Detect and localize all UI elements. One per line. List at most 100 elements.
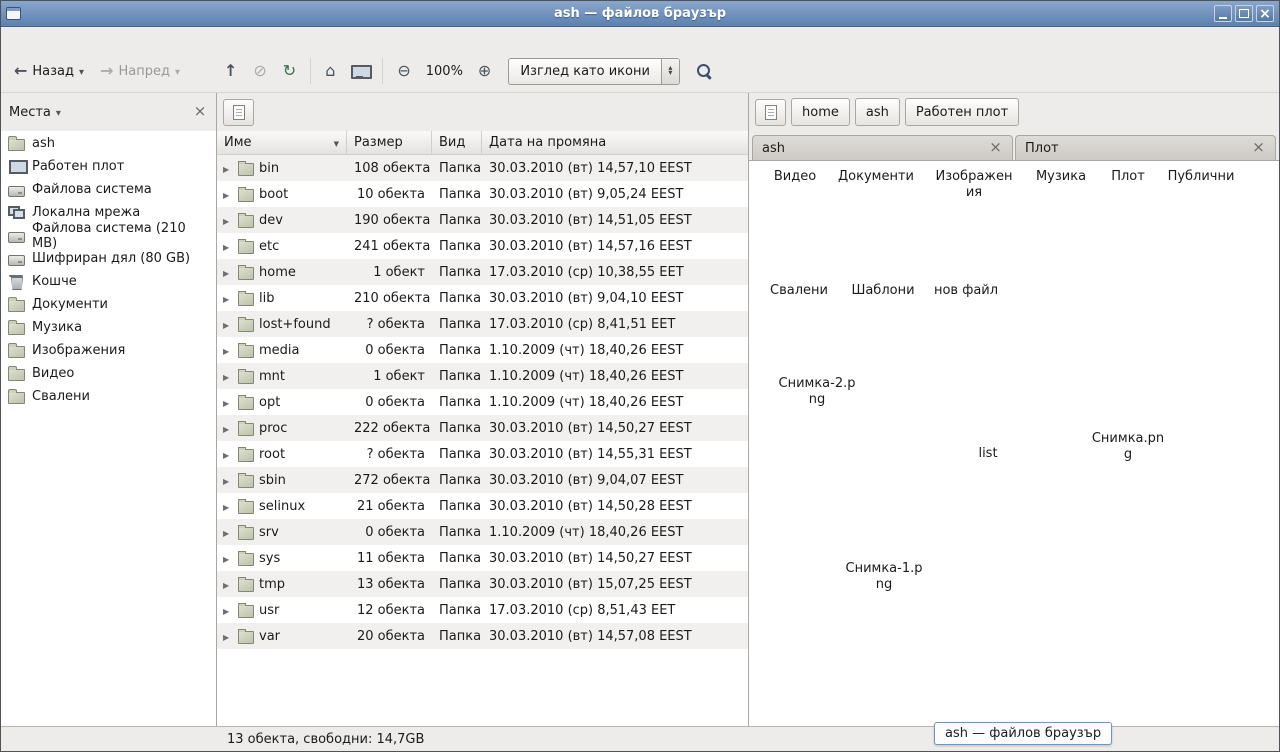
- list-pane-location-button[interactable]: [223, 99, 254, 126]
- close-button[interactable]: [1256, 5, 1274, 22]
- column-header-type[interactable]: Вид: [432, 131, 482, 154]
- menu-item[interactable]: [65, 36, 85, 42]
- expander-icon[interactable]: [223, 551, 233, 566]
- table-row[interactable]: boot 10 обекта Папка 30.03.2010 (вт) 9,0…: [217, 181, 748, 207]
- sidebar-item[interactable]: ash: [1, 132, 216, 155]
- table-row[interactable]: srv 0 обекта Папка 1.10.2009 (чт) 18,40,…: [217, 519, 748, 545]
- minimize-button[interactable]: [1214, 5, 1232, 22]
- expander-icon[interactable]: [223, 265, 233, 280]
- maximize-button[interactable]: [1235, 5, 1253, 22]
- sidebar-item[interactable]: Файлова система: [1, 178, 216, 201]
- expander-icon[interactable]: [223, 161, 233, 176]
- table-row[interactable]: root ? обекта Папка 30.03.2010 (вт) 14,5…: [217, 441, 748, 467]
- sidebar-item[interactable]: Видео: [1, 362, 216, 385]
- breadcrumb-label: ash: [866, 105, 889, 120]
- expander-icon[interactable]: [223, 421, 233, 436]
- home-button[interactable]: [318, 57, 342, 85]
- icon-item[interactable]: list: [943, 446, 1033, 462]
- expander-icon[interactable]: [223, 213, 233, 228]
- table-row[interactable]: mnt 1 обект Папка 1.10.2009 (чт) 18,40,2…: [217, 363, 748, 389]
- icon-item[interactable]: Снимка-1.png: [839, 561, 929, 592]
- sidebar-item[interactable]: Свалени: [1, 385, 216, 408]
- tab[interactable]: ash: [752, 135, 1013, 160]
- zoom-in-button[interactable]: [471, 57, 498, 85]
- menu-item[interactable]: [45, 36, 65, 42]
- pathbar-toggle-button[interactable]: [755, 99, 786, 126]
- menu-item[interactable]: [105, 36, 125, 42]
- menu-item[interactable]: [25, 36, 45, 42]
- tab-close-icon[interactable]: [1251, 140, 1266, 156]
- breadcrumb-button[interactable]: home: [791, 98, 850, 126]
- table-row[interactable]: media 0 обекта Папка 1.10.2009 (чт) 18,4…: [217, 337, 748, 363]
- table-row[interactable]: sys 11 обекта Папка 30.03.2010 (вт) 14,5…: [217, 545, 748, 571]
- forward-button[interactable]: Напред: [93, 57, 187, 85]
- table-row[interactable]: bin 108 обекта Папка 30.03.2010 (вт) 14,…: [217, 155, 748, 181]
- search-button[interactable]: [690, 58, 719, 85]
- tab-close-icon[interactable]: [988, 140, 1003, 156]
- zoom-out-button[interactable]: [390, 57, 417, 85]
- tab[interactable]: Плот: [1015, 135, 1276, 160]
- expander-icon[interactable]: [223, 629, 233, 644]
- reload-button[interactable]: [276, 57, 303, 85]
- icon-item[interactable]: GUADEC Снимка-2.png: [772, 376, 862, 407]
- sidebar-item[interactable]: Шифриран дял (80 GB): [1, 247, 216, 270]
- sidebar-item[interactable]: Файлова система (210 MB): [1, 224, 216, 247]
- icon-item[interactable]: нов файл: [921, 283, 1011, 299]
- file-name: selinux: [259, 499, 305, 514]
- column-header-name[interactable]: Име: [217, 131, 347, 154]
- expander-icon[interactable]: [223, 317, 233, 332]
- expander-icon[interactable]: [223, 525, 233, 540]
- expander-icon[interactable]: [223, 239, 233, 254]
- sidebar-item[interactable]: Работен плот: [1, 155, 216, 178]
- expander-icon[interactable]: [223, 499, 233, 514]
- sidebar-close-icon[interactable]: [192, 104, 208, 120]
- column-header-date[interactable]: Дата на промяна: [482, 131, 748, 154]
- table-row[interactable]: lib 210 обекта Папка 30.03.2010 (вт) 9,0…: [217, 285, 748, 311]
- expander-icon[interactable]: [223, 447, 233, 462]
- table-row[interactable]: tmp 13 обекта Папка 30.03.2010 (вт) 15,0…: [217, 571, 748, 597]
- combo-stepper-icon[interactable]: [661, 59, 679, 84]
- table-row[interactable]: etc 241 обекта Папка 30.03.2010 (вт) 14,…: [217, 233, 748, 259]
- table-row[interactable]: lost+found ? обекта Папка 17.03.2010 (ср…: [217, 311, 748, 337]
- icon-item[interactable]: Шаблони: [838, 283, 928, 299]
- sidebar-item[interactable]: Изображения: [1, 339, 216, 362]
- table-row[interactable]: selinux 21 обекта Папка 30.03.2010 (вт) …: [217, 493, 748, 519]
- table-row[interactable]: home 1 обект Папка 17.03.2010 (ср) 10,38…: [217, 259, 748, 285]
- expander-icon[interactable]: [223, 369, 233, 384]
- icon-item[interactable]: Изображения: [929, 169, 1019, 200]
- icon-item[interactable]: Видео: [750, 169, 840, 185]
- expander-icon[interactable]: [223, 343, 233, 358]
- breadcrumb-button[interactable]: Работен плот: [905, 98, 1019, 126]
- expander-icon[interactable]: [223, 577, 233, 592]
- view-mode-combo[interactable]: Изглед като икони: [508, 58, 680, 85]
- expander-icon[interactable]: [223, 603, 233, 618]
- sidebar-item[interactable]: Документи: [1, 293, 216, 316]
- places-caret-icon[interactable]: [56, 105, 61, 120]
- table-row[interactable]: var 20 обекта Папка 30.03.2010 (вт) 14,5…: [217, 623, 748, 649]
- icon-item[interactable]: Документи: [831, 169, 921, 185]
- table-row[interactable]: opt 0 обекта Папка 1.10.2009 (чт) 18,40,…: [217, 389, 748, 415]
- menu-item[interactable]: [85, 36, 105, 42]
- sidebar-item[interactable]: Кошче: [1, 270, 216, 293]
- places-selector[interactable]: Места: [9, 105, 51, 120]
- expander-icon[interactable]: [223, 473, 233, 488]
- expander-icon[interactable]: [223, 187, 233, 202]
- table-row[interactable]: dev 190 обекта Папка 30.03.2010 (вт) 14,…: [217, 207, 748, 233]
- expander-icon[interactable]: [223, 395, 233, 410]
- computer-button[interactable]: [344, 59, 375, 84]
- table-row[interactable]: usr 12 обекта Папка 17.03.2010 (ср) 8,51…: [217, 597, 748, 623]
- column-header-size[interactable]: Размер: [347, 131, 432, 154]
- back-history-caret-icon[interactable]: [79, 64, 84, 79]
- sidebar-item[interactable]: Музика: [1, 316, 216, 339]
- up-button[interactable]: [217, 57, 244, 85]
- icon-item[interactable]: GNOME Store Снимка.png: [1083, 431, 1173, 462]
- expander-icon[interactable]: [223, 291, 233, 306]
- stop-button[interactable]: [246, 57, 273, 85]
- breadcrumb-button[interactable]: ash: [855, 98, 900, 126]
- icon-item[interactable]: Публични: [1156, 169, 1246, 185]
- table-row[interactable]: sbin 272 обекта Папка 30.03.2010 (вт) 9,…: [217, 467, 748, 493]
- back-button[interactable]: Назад: [7, 57, 91, 85]
- icon-item[interactable]: Свалени: [754, 283, 844, 299]
- menu-item[interactable]: [5, 36, 25, 42]
- table-row[interactable]: proc 222 обекта Папка 30.03.2010 (вт) 14…: [217, 415, 748, 441]
